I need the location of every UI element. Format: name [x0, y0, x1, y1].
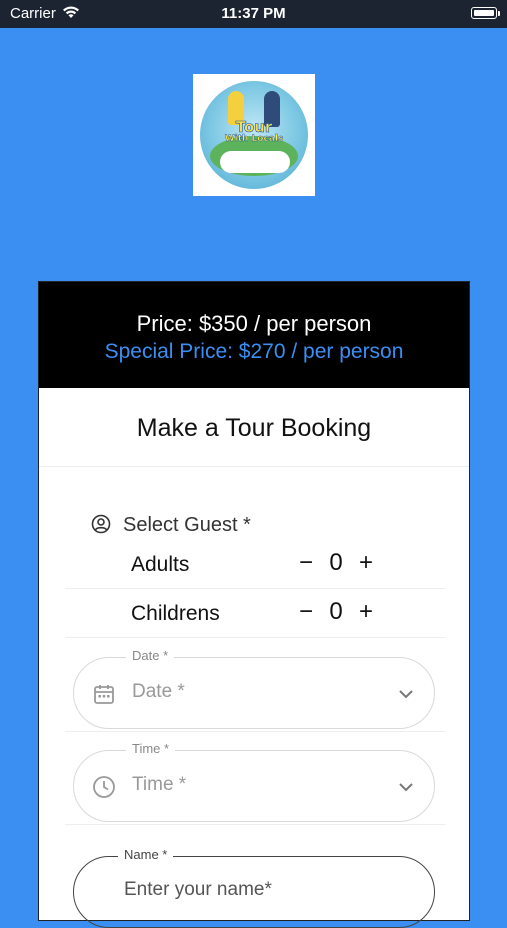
date-floating-label: Date * [126, 648, 175, 663]
chevron-down-icon [396, 777, 416, 797]
battery-tip [498, 11, 500, 16]
logo-wordmark: Tour With Locals [200, 118, 308, 145]
time-field-row: Time * Time * [65, 732, 445, 825]
childrens-decrement-button[interactable]: − [291, 598, 321, 626]
form-title: Make a Tour Booking [39, 388, 469, 467]
calendar-icon [92, 682, 116, 706]
name-input[interactable] [124, 879, 384, 901]
adults-decrement-button[interactable]: − [291, 549, 321, 577]
childrens-increment-button[interactable]: + [351, 598, 381, 626]
adults-increment-button[interactable]: + [351, 549, 381, 577]
person-circle-icon [91, 514, 111, 534]
name-floating-label: Name * [118, 847, 174, 862]
date-dropdown[interactable]: Date * Date * [73, 648, 435, 729]
regular-price: Price: $350 / per person [136, 311, 372, 336]
name-field: Name * [73, 847, 435, 928]
childrens-label: Childrens [131, 602, 220, 625]
date-field-row: Date * Date * [65, 639, 445, 732]
price-header: Price: $350 / per person Special Price: … [39, 282, 469, 388]
childrens-stepper: −0 + [291, 598, 381, 626]
logo-text-line1: Tour [235, 118, 273, 136]
childrens-row: Childrens −0 + [65, 590, 445, 638]
time-floating-label: Time * [126, 741, 176, 756]
logo-text-line2: With Locals [224, 134, 284, 144]
adults-stepper: −0 + [291, 549, 381, 577]
app-logo: Tour With Locals [193, 74, 315, 196]
time-dropdown[interactable]: Time * Time * [73, 741, 435, 822]
select-guest-label: Select Guest * [91, 514, 251, 537]
battery-icon [471, 7, 497, 19]
adults-count: 0 [329, 549, 343, 576]
special-price: Special Price: $270 / per person [104, 340, 404, 363]
clock-time: 11:37 PM [221, 5, 286, 22]
clock-icon [92, 775, 116, 799]
status-bar: Carrier 11:37 PM [0, 0, 507, 28]
date-placeholder: Date * [132, 681, 185, 702]
logo-globe-image: Tour With Locals [200, 81, 308, 189]
adults-row: Adults −0 + [65, 541, 445, 589]
childrens-count: 0 [329, 598, 343, 625]
adults-label: Adults [131, 553, 190, 576]
select-guest-text: Select Guest * [123, 514, 251, 536]
booking-card: Price: $350 / per person Special Price: … [38, 281, 470, 928]
time-placeholder: Time * [132, 774, 187, 795]
chevron-down-icon [396, 684, 416, 704]
